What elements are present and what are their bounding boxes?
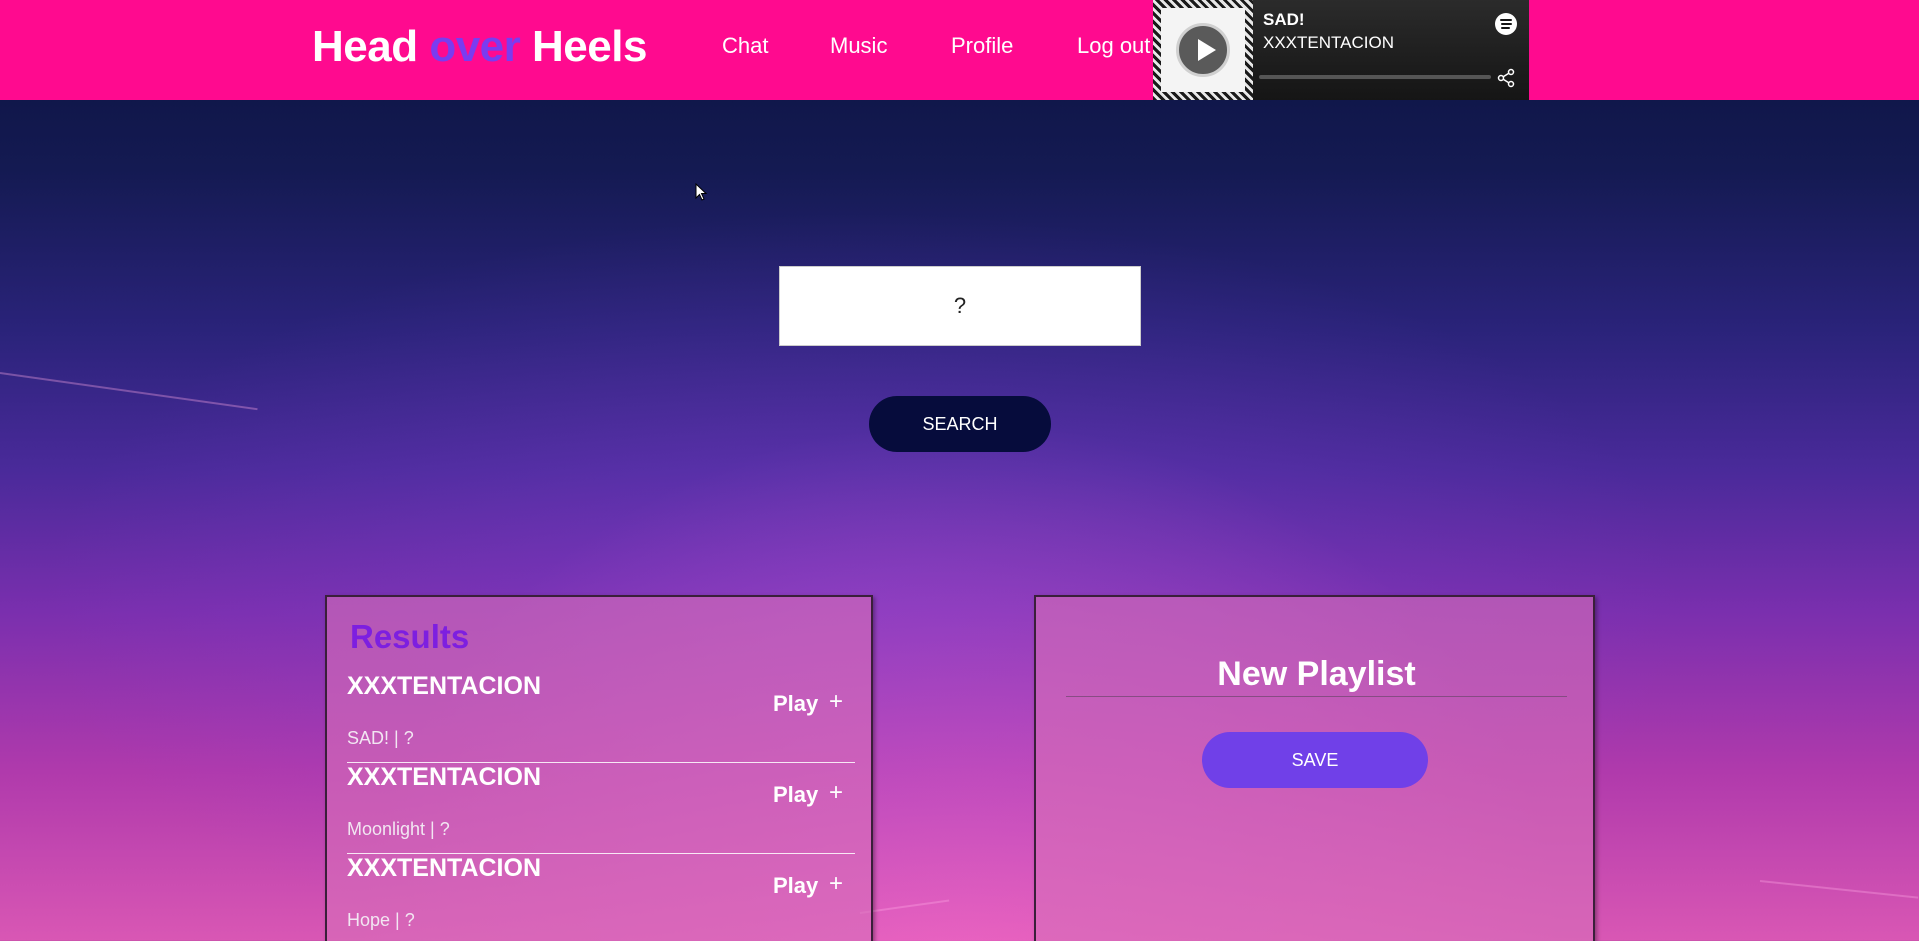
result-artist: XXXTENTACION bbox=[347, 672, 541, 700]
playlist-panel: New Playlist SAVE bbox=[1034, 595, 1595, 941]
site-logo[interactable]: Head over Heels bbox=[312, 22, 647, 72]
result-artist: XXXTENTACION bbox=[347, 854, 541, 882]
result-artist: XXXTENTACION bbox=[347, 763, 541, 791]
mouse-cursor-icon bbox=[695, 183, 708, 201]
result-row: XXXTENTACION Play + SAD! | ? bbox=[347, 672, 855, 763]
result-song: Moonlight | ? bbox=[347, 819, 450, 839]
nav-link-profile[interactable]: Profile bbox=[951, 33, 1013, 59]
nav-link-chat[interactable]: Chat bbox=[722, 33, 768, 59]
spotify-player-widget: SAD! XXXTENTACION bbox=[1153, 0, 1529, 100]
spotify-icon[interactable] bbox=[1495, 13, 1517, 35]
logo-text-heels: Heels bbox=[520, 22, 647, 71]
result-row: XXXTENTACION Play + Moonlight | ? bbox=[347, 763, 855, 854]
search-button[interactable]: SEARCH bbox=[869, 396, 1051, 452]
album-cover bbox=[1153, 0, 1253, 100]
logo-text-over: over bbox=[429, 22, 521, 71]
results-heading: Results bbox=[350, 618, 470, 655]
nav-link-logout[interactable]: Log out bbox=[1077, 33, 1150, 59]
results-panel: Results XXXTENTACION Play + SAD! | ? XXX… bbox=[325, 595, 873, 941]
result-row: XXXTENTACION Play + Hope | ? bbox=[347, 854, 855, 941]
nav-link-music[interactable]: Music bbox=[830, 33, 887, 59]
share-icon[interactable] bbox=[1496, 68, 1516, 88]
top-nav-bar: Head over Heels Chat Music Profile Log o… bbox=[0, 0, 1919, 100]
result-play-button[interactable]: Play bbox=[773, 873, 818, 899]
now-playing-artist: XXXTENTACION bbox=[1263, 33, 1394, 52]
save-playlist-button[interactable]: SAVE bbox=[1202, 732, 1428, 788]
background-streak bbox=[859, 899, 950, 914]
now-playing-title: SAD! bbox=[1263, 10, 1305, 29]
play-icon[interactable] bbox=[1176, 23, 1230, 77]
result-play-button[interactable]: Play bbox=[773, 782, 818, 808]
result-add-button[interactable]: + bbox=[829, 779, 843, 807]
search-input[interactable] bbox=[779, 266, 1141, 346]
result-add-button[interactable]: + bbox=[829, 688, 843, 716]
result-play-button[interactable]: Play bbox=[773, 691, 818, 717]
result-song: Hope | ? bbox=[347, 910, 415, 930]
background-streak bbox=[1759, 880, 1919, 899]
playback-progress-bar[interactable] bbox=[1259, 75, 1491, 79]
logo-text-head: Head bbox=[312, 22, 430, 71]
background-sky bbox=[0, 100, 1919, 941]
result-song: SAD! | ? bbox=[347, 728, 414, 748]
playlist-name-input[interactable]: New Playlist bbox=[1066, 655, 1567, 697]
result-add-button[interactable]: + bbox=[829, 870, 843, 898]
background-streak bbox=[0, 372, 258, 411]
